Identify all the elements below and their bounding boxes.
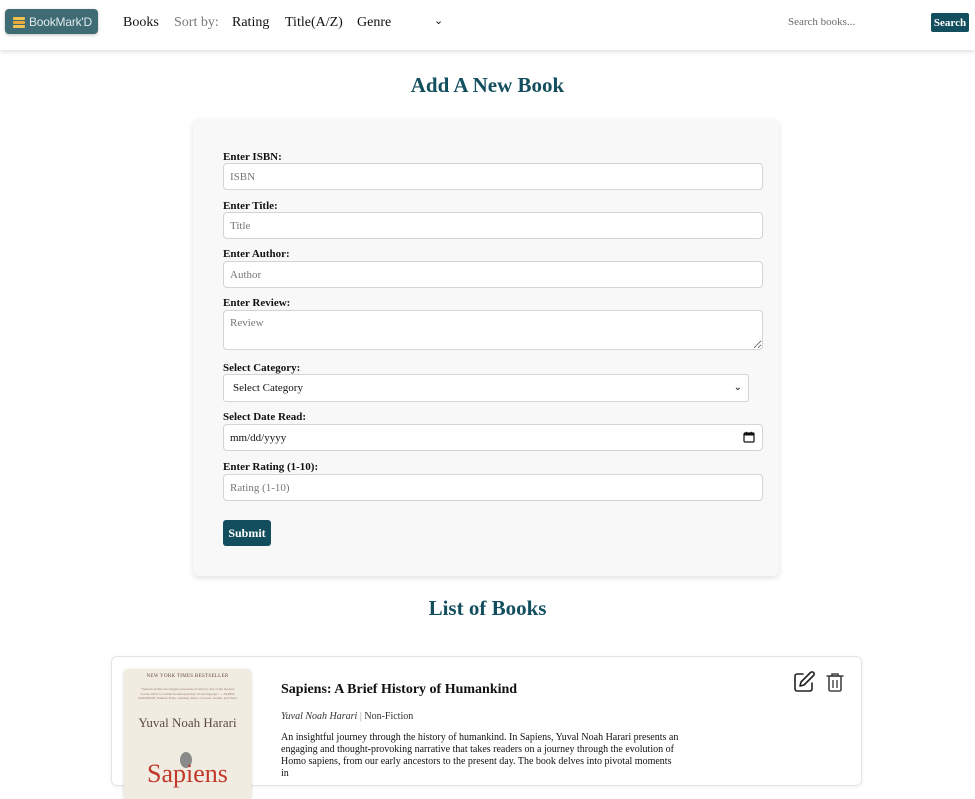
genre-select[interactable]: Genre [357,15,391,31]
category-select-value: Select Category [233,382,303,394]
cover-blurb: "Sapiens tackles the biggest questions o… [138,687,237,700]
list-heading: List of Books [428,596,547,620]
add-book-form: Enter ISBN: Enter Title: Enter Author: E… [193,119,779,576]
add-book-heading: Add A New Book [410,73,565,97]
author-label: Enter Author: [223,248,290,260]
search-input[interactable] [780,11,925,33]
edit-icon [794,671,815,692]
chevron-down-icon[interactable]: ⌄ [434,14,443,27]
book-author: Yuval Noah Harari [281,711,358,722]
delete-button[interactable] [823,670,847,694]
isbn-input[interactable] [223,163,763,190]
cover-author: Yuval Noah Harari [138,715,237,730]
brand-name: BookMark'D [29,14,92,29]
meta-separator: | [359,711,362,722]
calendar-icon[interactable] [743,431,755,443]
review-label: Enter Review: [223,297,291,309]
book-cover-image: NEW YORK TIMES BESTSELLER "Sapiens tackl… [124,669,251,799]
brand-logo[interactable]: BookMark'D [5,9,98,34]
book-title: Sapiens: A Brief History of Humankind [281,682,518,697]
cover-banner: NEW YORK TIMES BESTSELLER [146,674,229,679]
trash-icon [826,673,844,692]
sort-rating-link[interactable]: Rating [232,15,269,31]
sort-title-link[interactable]: Title(A/Z) [285,15,343,31]
books-stack-icon [13,16,25,28]
sort-by-label: Sort by: [174,15,219,30]
search-button[interactable]: Search [931,13,969,32]
category-select[interactable]: Select Category ⌄ [223,374,749,402]
isbn-label: Enter ISBN: [223,151,282,163]
edit-button[interactable] [792,670,816,694]
rating-label: Enter Rating (1-10): [223,461,319,473]
book-meta: Yuval Noah Harari | Non-Fiction [281,711,413,722]
submit-button[interactable]: Submit [223,520,271,546]
date-read-value: mm/dd/yyyy [230,431,287,444]
title-input[interactable] [223,212,763,239]
date-read-label: Select Date Read: [223,411,307,423]
category-label: Select Category: [223,362,301,374]
book-category: Non-Fiction [364,711,414,722]
book-description: An insightful journey through the histor… [281,732,679,779]
author-input[interactable] [223,261,763,288]
title-label: Enter Title: [223,200,278,212]
chevron-down-icon: ⌄ [733,382,742,393]
review-textarea[interactable] [223,310,763,350]
navbar: BookMark'D Books Sort by: Rating Title(A… [0,0,975,50]
date-read-input[interactable]: mm/dd/yyyy [223,424,763,451]
nav-books-link[interactable]: Books [123,15,159,31]
rating-input[interactable] [223,474,763,501]
cover-title: Sapiens [147,759,228,788]
